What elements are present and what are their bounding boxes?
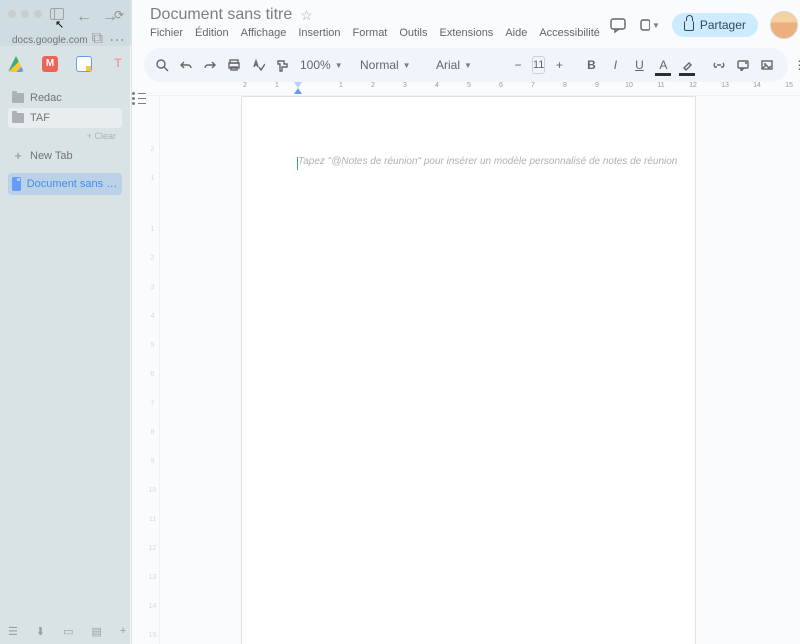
workspace: 21123456789101112131415161718 2112345678… [132, 82, 800, 644]
star-icon[interactable]: ☆ [300, 7, 313, 24]
document-title[interactable]: Document sans titre [150, 6, 292, 24]
menu-affichage[interactable]: Affichage [241, 27, 287, 39]
paragraph-style-select[interactable]: Normal▼ [356, 58, 420, 72]
horizontal-ruler[interactable]: 21123456789101112131415161718 [146, 82, 800, 96]
share-button[interactable]: Partager [672, 13, 758, 37]
document-scroll-area[interactable]: 21123456789101112131415161718 2112345678… [146, 82, 800, 644]
document-page[interactable]: Tapez "@Notes de réunion" pour insérer u… [241, 96, 696, 644]
sidebar-item-redac[interactable]: Redac [8, 88, 122, 108]
vertical-ruler[interactable]: 211234567891011121314151617 [146, 96, 160, 644]
plus-icon: + [12, 148, 24, 163]
link-icon[interactable]: ⧉ [92, 30, 103, 50]
add-button[interactable]: + [120, 625, 126, 637]
window-traffic-lights[interactable] [8, 10, 42, 18]
spellcheck-button[interactable] [248, 53, 268, 77]
left-indent-marker[interactable] [294, 88, 302, 94]
menu-accessibilite[interactable]: Accessibilité [539, 27, 600, 39]
highlight-color-button[interactable] [677, 53, 697, 77]
note-icon[interactable]: ▭ [63, 625, 73, 638]
share-label: Partager [700, 18, 746, 32]
open-tab-label: Document sans titre - G... [27, 178, 118, 190]
comment-history-icon[interactable] [608, 15, 628, 35]
fav-drive-icon[interactable] [8, 56, 24, 72]
print-button[interactable] [224, 53, 244, 77]
nav-back-button[interactable]: ← [76, 8, 92, 26]
easel-icon[interactable]: ▤ [92, 625, 102, 638]
bold-button[interactable]: B [581, 53, 601, 77]
reload-button[interactable]: ⟳ [114, 8, 124, 22]
italic-button[interactable]: I [605, 53, 625, 77]
search-menus-icon[interactable] [152, 53, 172, 77]
toolbar-more-button[interactable]: ⋮ [789, 53, 800, 77]
meet-button[interactable]: ▼ [640, 15, 660, 35]
clear-button[interactable]: + Clear [8, 131, 122, 141]
new-tab-label: New Tab [30, 150, 73, 162]
google-docs-window: Document sans titre ☆ Fichier Édition Af… [131, 0, 800, 644]
menu-aide[interactable]: Aide [505, 27, 527, 39]
paint-format-button[interactable] [272, 53, 292, 77]
sidebar-item-taf[interactable]: TAF [8, 108, 122, 128]
browser-sidebar: M T Redac TAF + Clear + New Tab Document… [0, 0, 130, 644]
archive-icon[interactable]: ☰ [8, 625, 18, 638]
menu-format[interactable]: Format [353, 27, 388, 39]
toolbar: 100%▼ Normal▼ Arial▼ − 11 + B I U A ⋮ ᐱ [144, 48, 788, 82]
new-tab-button[interactable]: + New Tab [8, 144, 122, 167]
zoom-select[interactable]: 100%▼ [296, 58, 344, 72]
menu-fichier[interactable]: Fichier [150, 27, 183, 39]
fav-app-icon[interactable]: T [110, 56, 126, 72]
menu-outils[interactable]: Outils [399, 27, 427, 39]
download-icon[interactable]: ⬇ [36, 625, 45, 638]
sidebar-toggle-icon[interactable] [50, 8, 64, 20]
docs-header: Document sans titre ☆ Fichier Édition Af… [132, 0, 800, 44]
lock-icon [684, 21, 694, 31]
menu-edition[interactable]: Édition [195, 27, 229, 39]
folder-icon [12, 93, 24, 103]
font-family-select[interactable]: Arial▼ [432, 58, 496, 72]
document-placeholder-text: Tapez "@Notes de réunion" pour insérer u… [298, 156, 677, 167]
font-size-decrease[interactable]: − [508, 53, 528, 77]
sidebar-item-label: Redac [30, 92, 62, 104]
insert-comment-button[interactable] [733, 53, 753, 77]
fav-gmail-icon[interactable]: M [42, 56, 58, 72]
page-options-icon[interactable]: ⋯ [109, 30, 125, 50]
underline-button[interactable]: U [629, 53, 649, 77]
caret-down-icon: ▼ [652, 21, 660, 30]
undo-button[interactable] [176, 53, 196, 77]
insert-link-button[interactable] [709, 53, 729, 77]
menu-bar: Fichier Édition Affichage Insertion Form… [150, 27, 600, 39]
address-bar[interactable]: docs.google.com [8, 33, 92, 48]
text-color-button[interactable]: A [653, 53, 673, 77]
folder-icon [12, 113, 24, 123]
sidebar-open-tab[interactable]: Document sans titre - G... [8, 173, 122, 195]
docs-file-icon [12, 177, 21, 191]
font-size-input[interactable]: 11 [532, 56, 545, 74]
insert-image-button[interactable] [757, 53, 777, 77]
account-avatar[interactable] [770, 11, 798, 39]
font-size-increase[interactable]: + [549, 53, 569, 77]
sidebar-item-label: TAF [30, 112, 50, 124]
menu-extensions[interactable]: Extensions [440, 27, 494, 39]
redo-button[interactable] [200, 53, 220, 77]
fav-calendar-icon[interactable] [76, 56, 92, 72]
document-outline-icon[interactable] [132, 92, 146, 104]
menu-insertion[interactable]: Insertion [298, 27, 340, 39]
